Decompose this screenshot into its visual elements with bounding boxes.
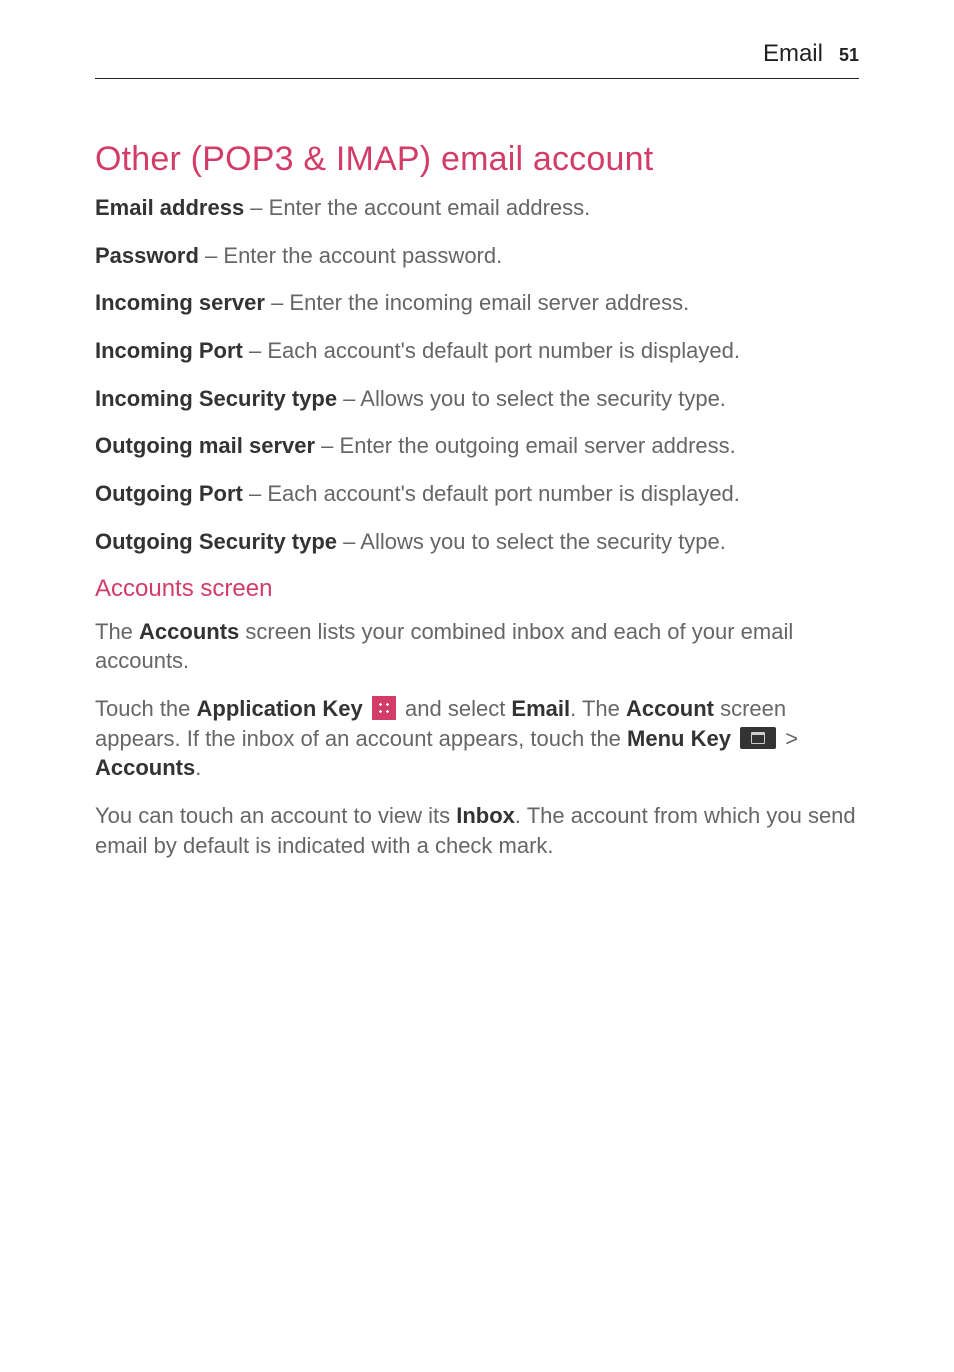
field-desc: – Each account's default port number is …	[243, 481, 740, 506]
application-key-icon	[372, 696, 396, 720]
field-label: Outgoing Port	[95, 481, 243, 506]
field-desc: – Enter the account email address.	[244, 195, 590, 220]
text: .	[195, 755, 201, 780]
field-label: Incoming Port	[95, 338, 243, 363]
text: You can touch an account to view its	[95, 803, 456, 828]
accounts-screen-title: Accounts screen	[95, 575, 859, 603]
text: and select	[405, 696, 511, 721]
accounts-para-2: Touch the Application Key and select Ema…	[95, 694, 859, 783]
field-desc: – Enter the incoming email server addres…	[265, 290, 689, 315]
field-incoming-server: Incoming server – Enter the incoming ema…	[95, 288, 859, 318]
text-bold-menukey: Menu Key	[627, 726, 731, 751]
field-desc: – Enter the outgoing email server addres…	[315, 433, 736, 458]
field-label: Incoming Security type	[95, 386, 337, 411]
field-outgoing-port: Outgoing Port – Each account's default p…	[95, 479, 859, 509]
text-bold-applicationkey: Application Key	[197, 696, 363, 721]
text-bold-accounts: Accounts	[95, 755, 195, 780]
field-label: Outgoing Security type	[95, 529, 337, 554]
text: >	[779, 726, 798, 751]
field-label: Email address	[95, 195, 244, 220]
field-incoming-security: Incoming Security type – Allows you to s…	[95, 384, 859, 414]
accounts-para-1: The Accounts screen lists your combined …	[95, 617, 859, 676]
accounts-para-3: You can touch an account to view its Inb…	[95, 801, 859, 860]
field-password: Password – Enter the account password.	[95, 241, 859, 271]
text-bold: Accounts	[139, 619, 239, 644]
field-outgoing-server: Outgoing mail server – Enter the outgoin…	[95, 431, 859, 461]
text: Touch the	[95, 696, 197, 721]
field-incoming-port: Incoming Port – Each account's default p…	[95, 336, 859, 366]
text: . The	[570, 696, 626, 721]
field-desc: – Each account's default port number is …	[243, 338, 740, 363]
page-header: Email 51	[763, 40, 859, 68]
text-bold-inbox: Inbox	[456, 803, 515, 828]
field-desc: – Enter the account password.	[199, 243, 502, 268]
text-bold-account: Account	[626, 696, 714, 721]
field-label: Password	[95, 243, 199, 268]
page-content: Other (POP3 & IMAP) email account Email …	[95, 140, 859, 878]
field-outgoing-security: Outgoing Security type – Allows you to s…	[95, 527, 859, 557]
section-title: Other (POP3 & IMAP) email account	[95, 140, 859, 179]
header-section-label: Email	[763, 40, 823, 68]
field-label: Incoming server	[95, 290, 265, 315]
field-label: Outgoing mail server	[95, 433, 315, 458]
text-bold-email: Email	[511, 696, 570, 721]
header-page-number: 51	[839, 45, 859, 66]
field-desc: – Allows you to select the security type…	[337, 529, 726, 554]
field-desc: – Allows you to select the security type…	[337, 386, 726, 411]
text: The	[95, 619, 139, 644]
field-email-address: Email address – Enter the account email …	[95, 193, 859, 223]
header-underline	[95, 78, 859, 79]
menu-key-icon	[740, 727, 776, 749]
